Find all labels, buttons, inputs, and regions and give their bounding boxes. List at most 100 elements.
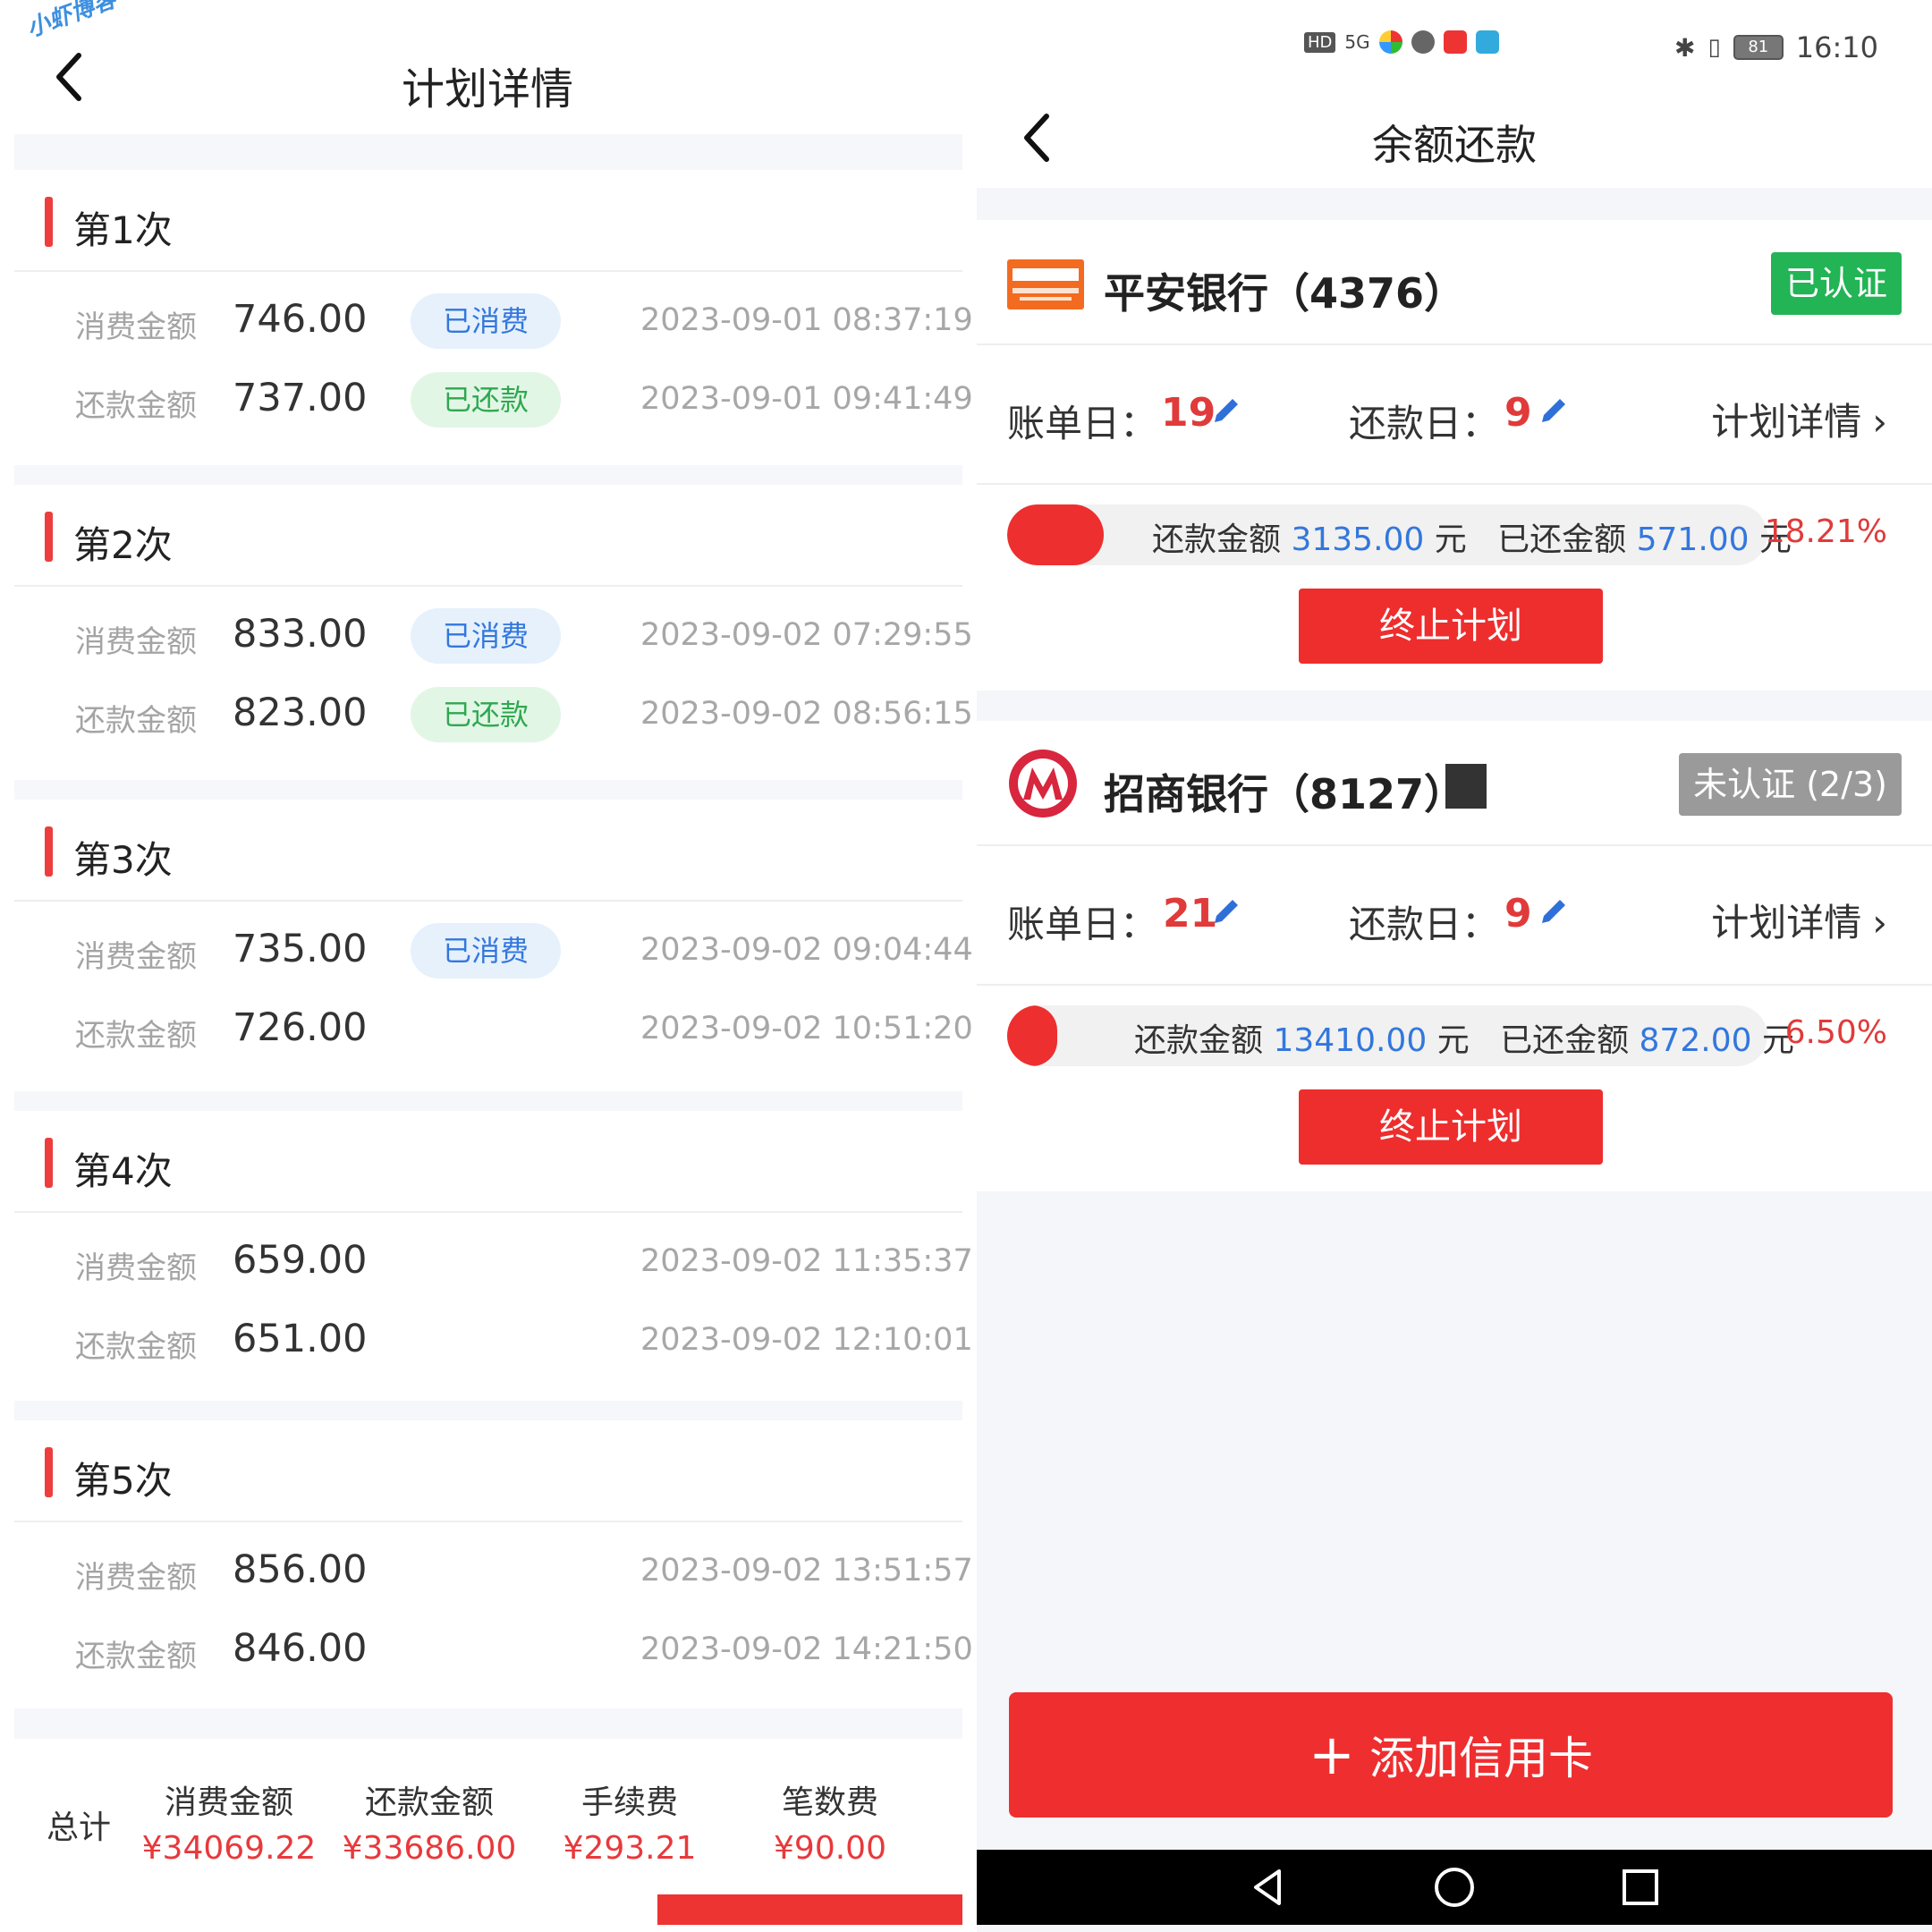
total-spend-value: ¥34069.22 [141, 1830, 317, 1867]
totals-bar: 总计 消费金额 ¥34069.22 还款金额 ¥33686.00 手续费 ¥29… [14, 1739, 962, 1889]
spend-time: 2023-09-02 11:35:37 [640, 1243, 973, 1279]
signal-icon: 5G [1344, 31, 1370, 53]
amount-unit: 元 [1434, 521, 1467, 558]
spend-label: 消费金额 [75, 624, 197, 660]
spend-label: 消费金额 [75, 309, 197, 345]
bill-day-label: 账单日： [1007, 402, 1158, 445]
nav-back-icon[interactable] [1243, 1862, 1293, 1912]
amount-label: 还款金额 [1134, 1022, 1264, 1059]
nav-home-icon[interactable] [1429, 1862, 1479, 1912]
bank-name: 平安银行（4376） [1104, 269, 1466, 318]
section-header: 第1次 [14, 170, 962, 272]
status-badge: 已消费 [411, 293, 561, 349]
status-icons: HD 5G [1304, 30, 1499, 54]
section-header: 第5次 [14, 1420, 962, 1522]
section-title: 第5次 [73, 1459, 173, 1503]
plan-detail-link[interactable]: 计划详情 › [1711, 392, 1887, 446]
edit-bill-day-icon[interactable] [1211, 896, 1241, 927]
installment-section: 第4次 消费金额 659.00 2023-09-02 11:35:37 还款金额… [14, 1111, 973, 1379]
total-count-fee-head: 笔数费 [781, 1784, 878, 1821]
repay-day-label: 还款日： [1349, 902, 1500, 946]
unverified-badge[interactable]: 未认证 (2/3) [1679, 753, 1902, 816]
chevron-right-icon: › [1872, 901, 1887, 945]
spend-amount: 746.00 [233, 297, 368, 342]
spend-time: 2023-09-02 09:04:44 [640, 932, 973, 968]
stop-plan-button[interactable]: 终止计划 [1299, 1089, 1603, 1165]
plan-detail-link[interactable]: 计划详情 › [1711, 893, 1887, 947]
repay-amount: 651.00 [233, 1317, 368, 1361]
spend-label: 消费金额 [75, 939, 197, 975]
nav-recents-icon[interactable] [1615, 1862, 1665, 1912]
bill-day-label: 账单日： [1007, 902, 1158, 946]
repay-label: 还款金额 [75, 388, 197, 424]
edit-repay-day-icon[interactable] [1538, 395, 1569, 426]
amount-value: 3135.00 [1291, 521, 1425, 558]
edit-repay-day-icon[interactable] [1538, 896, 1569, 927]
repay-label: 还款金额 [75, 703, 197, 739]
progress-percent: 18.21% [1764, 513, 1887, 550]
section-header: 第2次 [14, 485, 962, 587]
add-credit-card-button[interactable]: + 添加信用卡 [1009, 1692, 1893, 1818]
status-badge: 已还款 [411, 687, 561, 742]
divider [14, 1401, 962, 1420]
pingan-bank-logo-icon [1007, 259, 1084, 309]
spend-time: 2023-09-01 08:37:19 [640, 302, 973, 338]
card-progress: 还款金额 13410.00 元 已还金额 872.00 元 6.50% 终止计划 [977, 986, 1932, 1191]
bottom-action-button[interactable] [657, 1894, 962, 1925]
redaction-block [1445, 764, 1487, 809]
repay-day-value: 9 [1504, 390, 1532, 436]
repay-row: 还款金额 726.00 2023-09-02 10:51:20 [14, 989, 973, 1068]
page-title: 计划详情 [401, 64, 573, 114]
section-title: 第4次 [73, 1149, 173, 1193]
card-dates: 账单日： 21 还款日： 9 计划详情 › [977, 846, 1932, 986]
repay-label: 还款金额 [75, 1018, 197, 1054]
balance-repay-screen: HD 5G ✱ ▯ 81 16:10 余额还款 平安银行（4376） 已认证 账… [977, 0, 1932, 1932]
spend-row: 消费金额 856.00 2023-09-02 13:51:57 [14, 1531, 973, 1610]
repay-row: 还款金额 651.00 2023-09-02 12:10:01 [14, 1301, 973, 1379]
repay-label: 还款金额 [75, 1639, 197, 1674]
total-repay-value: ¥33686.00 [342, 1830, 517, 1867]
repay-row: 还款金额 737.00 已还款 2023-09-01 09:41:49 [14, 360, 973, 438]
add-credit-card-label: 添加信用卡 [1368, 1733, 1593, 1784]
header: 余额还款 [977, 80, 1932, 188]
section-marker [45, 826, 53, 877]
bill-day-value: 21 [1163, 891, 1218, 936]
installment-section: 第1次 消费金额 746.00 已消费 2023-09-01 08:37:19 … [14, 170, 973, 438]
status-badge: 已还款 [411, 372, 561, 428]
divider [14, 465, 962, 485]
edit-bill-day-icon[interactable] [1211, 395, 1241, 426]
paid-label: 已还金额 [1497, 521, 1627, 558]
vibrate-icon: ▯ [1707, 34, 1721, 61]
spend-row: 消费金额 833.00 已消费 2023-09-02 07:29:55 [14, 596, 973, 674]
credit-card-item: 平安银行（4376） 已认证 账单日： 19 还款日： 9 计划详情 › 还款金额 [977, 220, 1932, 691]
installment-section: 第5次 消费金额 856.00 2023-09-02 13:51:57 还款金额… [14, 1420, 973, 1689]
plan-detail-label: 计划详情 [1711, 901, 1862, 945]
total-repay-head: 还款金额 [364, 1784, 494, 1821]
total-spend: 消费金额 ¥34069.22 [131, 1776, 327, 1867]
spend-time: 2023-09-02 13:51:57 [640, 1553, 973, 1589]
chevron-right-icon: › [1872, 400, 1887, 444]
amount-unit: 元 [1436, 1022, 1470, 1059]
spend-amount: 735.00 [233, 927, 368, 971]
section-marker [45, 512, 53, 562]
paid-value: 571.00 [1636, 521, 1750, 558]
card-header: 平安银行（4376） 已认证 [977, 220, 1932, 345]
section-marker [45, 1447, 53, 1497]
progress-text: 还款金额 13410.00 元 已还金额 872.00 元 [1134, 1014, 1794, 1061]
total-fee-head: 手续费 [580, 1784, 678, 1821]
progress-percent: 6.50% [1784, 1014, 1887, 1051]
repay-amount: 846.00 [233, 1626, 368, 1671]
section-title: 第1次 [73, 208, 173, 252]
spend-time: 2023-09-02 07:29:55 [640, 617, 973, 653]
spend-row: 消费金额 659.00 2023-09-02 11:35:37 [14, 1222, 973, 1301]
total-fee-value: ¥293.21 [563, 1830, 697, 1867]
credit-card-item: 招商银行（8127） 未认证 (2/3) 账单日： 21 还款日： 9 计划详情… [977, 721, 1932, 1191]
repay-amount: 726.00 [233, 1005, 368, 1050]
plan-detail-label: 计划详情 [1711, 400, 1862, 444]
repay-row: 还款金额 846.00 2023-09-02 14:21:50 [14, 1610, 973, 1689]
divider [14, 134, 962, 170]
repay-label: 还款金额 [75, 1329, 197, 1365]
stop-plan-button[interactable]: 终止计划 [1299, 589, 1603, 664]
repay-amount: 737.00 [233, 376, 368, 420]
repay-time: 2023-09-01 09:41:49 [640, 381, 973, 417]
